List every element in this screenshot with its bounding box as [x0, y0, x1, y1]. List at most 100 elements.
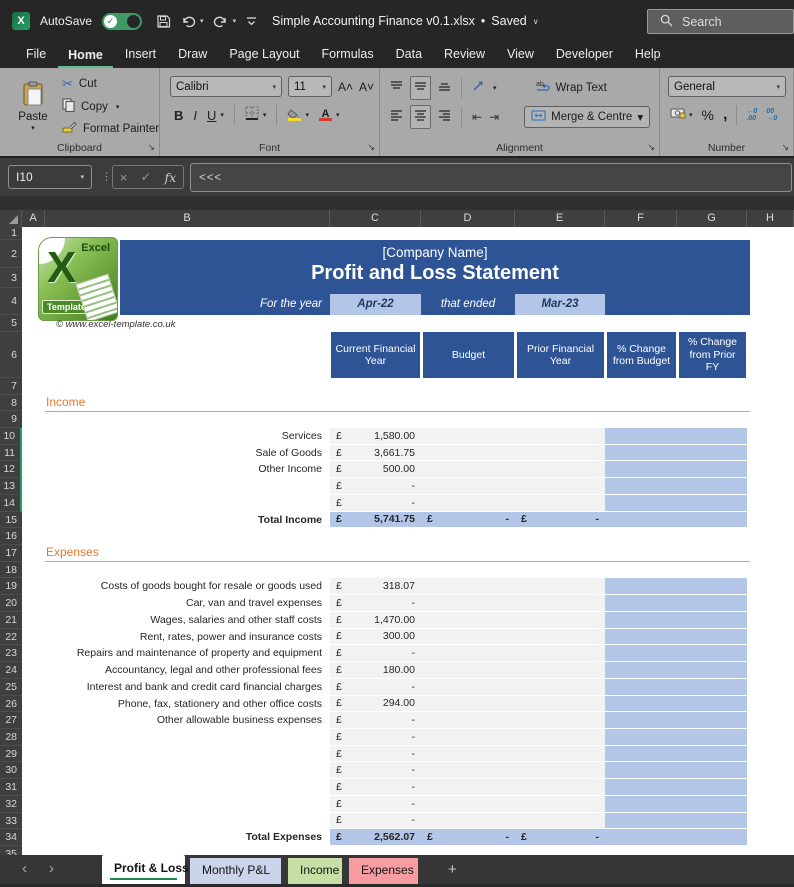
cell-budget[interactable] [421, 629, 515, 646]
save-button[interactable] [156, 14, 171, 29]
copy-button[interactable]: Copy ▾ [62, 98, 119, 115]
row-header-31[interactable]: 31 [0, 779, 22, 796]
row-header-2[interactable]: 2 [0, 240, 22, 268]
cell-prior-fy[interactable] [515, 762, 605, 779]
cell-budget[interactable] [421, 478, 515, 495]
cell-change-budget[interactable] [605, 779, 677, 796]
cell-prior-fy[interactable] [515, 612, 605, 629]
total-change-prior[interactable] [677, 829, 747, 846]
sheet-tab-profit-loss[interactable]: Profit & Loss [102, 855, 185, 884]
chevron-down-icon[interactable]: ∨ [533, 17, 539, 26]
row-header-14[interactable]: 14 [0, 495, 22, 512]
total-budget[interactable]: £- [421, 512, 515, 529]
cell-current-fy[interactable]: £- [330, 679, 421, 696]
formula-input[interactable]: <<< [190, 163, 792, 192]
cell-prior-fy[interactable] [515, 629, 605, 646]
cell-prior-fy[interactable] [515, 696, 605, 713]
font-color-dropdown-icon[interactable]: ▾ [336, 111, 340, 119]
cell-budget[interactable] [421, 662, 515, 679]
underline-dropdown-icon[interactable]: ▾ [220, 111, 224, 119]
column-header-D[interactable]: D [421, 210, 515, 227]
quick-access-menu-icon[interactable] [245, 15, 258, 27]
row-header-21[interactable]: 21 [0, 612, 22, 629]
increase-indent-button[interactable]: ⇥ [489, 110, 499, 124]
cell-budget[interactable] [421, 813, 515, 830]
cell-current-fy[interactable]: £300.00 [330, 629, 421, 646]
cell-budget[interactable] [421, 796, 515, 813]
undo-dropdown-icon[interactable]: ▾ [200, 17, 204, 25]
cell-current-fy[interactable]: £294.00 [330, 696, 421, 713]
cell-budget[interactable] [421, 779, 515, 796]
column-header-C[interactable]: C [330, 210, 421, 227]
paste-dropdown-icon[interactable]: ▾ [31, 124, 35, 132]
cell-current-fy[interactable]: £- [330, 595, 421, 612]
autosave-toggle[interactable]: ✓ [102, 13, 142, 30]
column-header-H[interactable]: H [747, 210, 794, 227]
row-header-1[interactable]: 1 [0, 227, 22, 240]
cell-budget[interactable] [421, 729, 515, 746]
row-header-23[interactable]: 23 [0, 645, 22, 662]
row-header-8[interactable]: 8 [0, 395, 22, 411]
cell-change-budget[interactable] [605, 712, 677, 729]
align-bottom-button[interactable] [438, 79, 451, 97]
saved-status[interactable]: Saved [491, 14, 526, 28]
copy-dropdown-icon[interactable]: ▾ [116, 103, 120, 111]
total-budget[interactable]: £- [421, 829, 515, 846]
cell-change-budget[interactable] [605, 495, 677, 512]
insert-function-button[interactable]: fx [165, 170, 177, 185]
font-size-select[interactable]: 11▾ [288, 76, 332, 97]
column-header-F[interactable]: F [605, 210, 677, 227]
cut-button[interactable]: ✂ Cut [62, 76, 97, 92]
cell-prior-fy[interactable] [515, 595, 605, 612]
cell-prior-fy[interactable] [515, 712, 605, 729]
redo-button[interactable] [213, 14, 229, 29]
total-current-fy[interactable]: £5,741.75 [330, 512, 421, 529]
cell-budget[interactable] [421, 696, 515, 713]
format-painter-button[interactable]: Format Painter [62, 120, 159, 137]
cell-change-budget[interactable] [605, 595, 677, 612]
borders-button[interactable] [245, 106, 259, 125]
row-header-30[interactable]: 30 [0, 762, 22, 779]
number-dialog-launcher[interactable]: ↘ [781, 142, 789, 153]
font-family-select[interactable]: Calibri▾ [170, 76, 282, 97]
cell-current-fy[interactable]: £1,580.00 [330, 428, 421, 445]
row-header-22[interactable]: 22 [0, 629, 22, 646]
ribbon-tab-developer[interactable]: Developer [546, 43, 623, 68]
cell-current-fy[interactable]: £- [330, 746, 421, 763]
cell-budget[interactable] [421, 762, 515, 779]
ribbon-tab-insert[interactable]: Insert [115, 43, 166, 68]
formula-bar-handle[interactable]: ⋮ [101, 170, 112, 183]
wrap-text-button[interactable]: ab Wrap Text [536, 80, 607, 96]
italic-button[interactable]: I [193, 108, 197, 123]
increase-decimal-button[interactable]: ←0.00 [746, 108, 757, 122]
cell-change-prior[interactable] [677, 746, 747, 763]
total-current-fy[interactable]: £2,562.07 [330, 829, 421, 846]
decrease-indent-button[interactable]: ⇤ [472, 110, 482, 124]
cell-budget[interactable] [421, 445, 515, 462]
row-header-10[interactable]: 10 [0, 428, 22, 445]
cell-prior-fy[interactable] [515, 662, 605, 679]
total-change-budget[interactable] [605, 512, 677, 529]
align-center-button[interactable] [410, 105, 431, 129]
cell-budget[interactable] [421, 746, 515, 763]
cell-change-prior[interactable] [677, 645, 747, 662]
row-header-24[interactable]: 24 [0, 662, 22, 679]
row-header-28[interactable]: 28 [0, 729, 22, 746]
increase-font-button[interactable]: A˄ [338, 80, 353, 94]
sheet-tab-expenses[interactable]: Expenses [349, 858, 418, 884]
merge-centre-button[interactable]: Merge & Centre ▾ [524, 106, 650, 128]
row-header-15[interactable]: 15 [0, 512, 22, 529]
column-header-E[interactable]: E [515, 210, 605, 227]
next-sheet-button[interactable]: › [49, 855, 54, 884]
sheet-tab-monthly-p-l[interactable]: Monthly P&L [190, 858, 281, 884]
cell-prior-fy[interactable] [515, 779, 605, 796]
cell-prior-fy[interactable] [515, 428, 605, 445]
row-header-19[interactable]: 19 [0, 578, 22, 595]
ribbon-tab-help[interactable]: Help [625, 43, 671, 68]
cell-budget[interactable] [421, 428, 515, 445]
comma-style-button[interactable]: , [723, 110, 727, 120]
cell-change-prior[interactable] [677, 696, 747, 713]
cell-change-prior[interactable] [677, 629, 747, 646]
cell-change-budget[interactable] [605, 679, 677, 696]
row-header-5[interactable]: 5 [0, 315, 22, 332]
